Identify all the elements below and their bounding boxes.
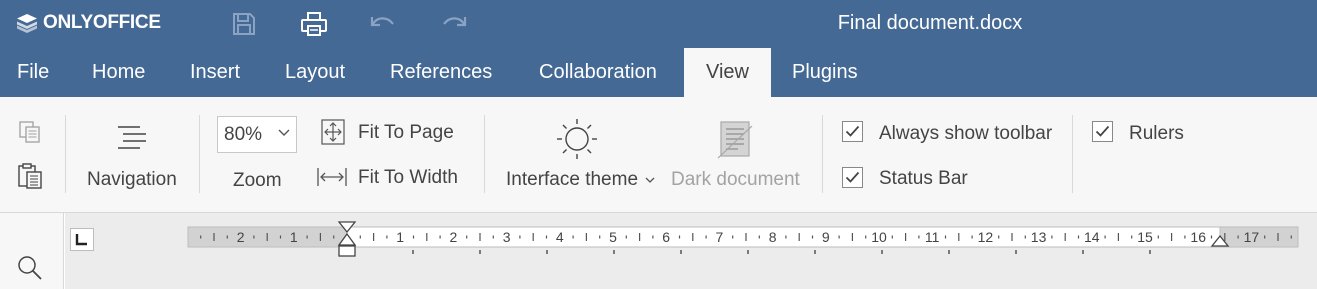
left-indent-marker[interactable] (338, 245, 356, 257)
ruler-number: 1 (396, 229, 404, 245)
ruler-number: 10 (871, 229, 887, 245)
ruler-number: 1 (290, 229, 298, 245)
ruler-number: 7 (716, 229, 724, 245)
ruler-number: 8 (769, 229, 777, 245)
horizontal-ruler[interactable]: 2 1 1 2 3 4 5 6 7 8 9 10 11 12 13 14 15 16 17 (0, 0, 1317, 289)
ruler-number: 2 (450, 229, 458, 245)
ruler-number: 9 (822, 229, 830, 245)
ruler-number: 5 (609, 229, 617, 245)
ruler-number: 3 (503, 229, 511, 245)
ruler-number: 4 (556, 229, 564, 245)
ruler-number: 12 (978, 229, 994, 245)
ruler-number: 2 (237, 229, 245, 245)
ruler-number: 11 (925, 229, 940, 245)
ruler-number: 16 (1190, 229, 1206, 245)
ruler-number: 13 (1031, 229, 1047, 245)
ruler-number: 6 (662, 229, 670, 245)
ruler-number: 14 (1084, 229, 1100, 245)
ruler-number: 15 (1137, 229, 1153, 245)
ruler-number: 17 (1244, 229, 1260, 245)
